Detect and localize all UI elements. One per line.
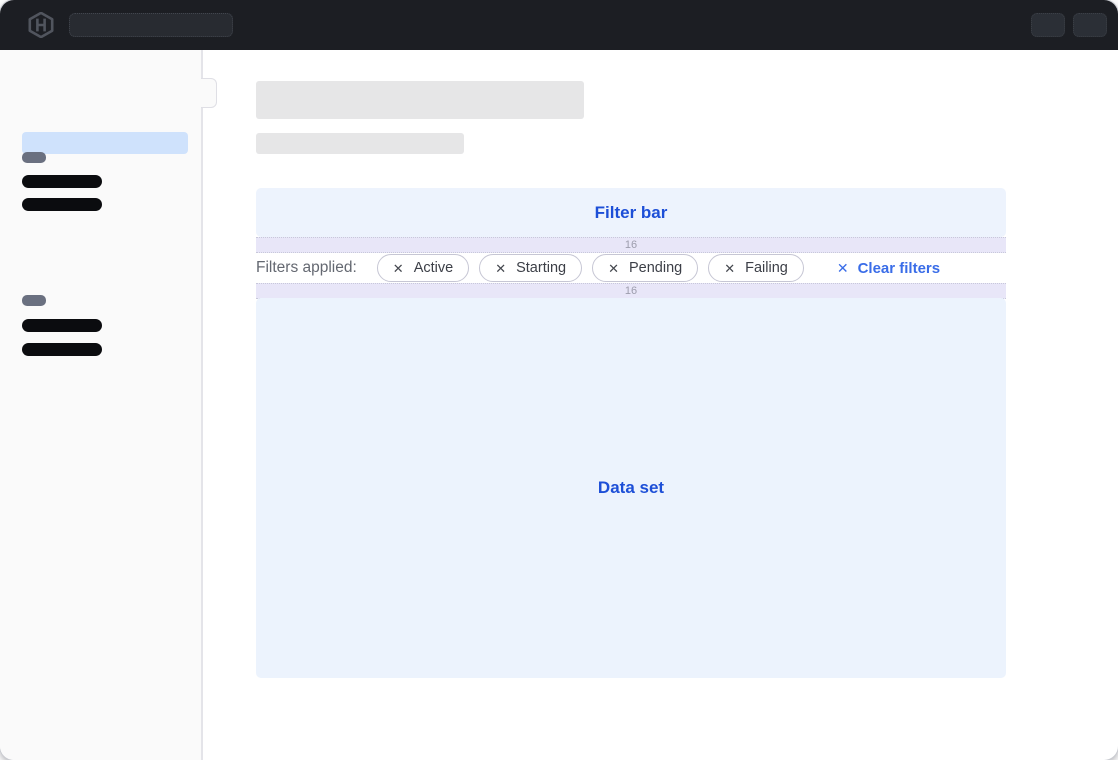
topbar [0, 0, 1118, 50]
hashicorp-logo-icon [28, 12, 54, 38]
filters-applied-label: Filters applied: [256, 259, 357, 277]
filter-chip-pending[interactable]: ✕ Pending [592, 254, 698, 282]
filter-chip-failing[interactable]: ✕ Failing [708, 254, 804, 282]
dismiss-x-icon[interactable]: ✕ [724, 262, 735, 275]
filter-chip-label: Active [414, 260, 454, 276]
topbar-button-placeholder-1[interactable] [1031, 13, 1065, 37]
filter-chip-label: Failing [745, 260, 788, 276]
sidebar-section-label-placeholder-2 [22, 295, 46, 306]
sidebar-item-placeholder-4[interactable] [22, 343, 102, 356]
clear-filters-link[interactable]: ✕ Clear filters [837, 260, 940, 277]
applied-filters-row: Filters applied: ✕ Active ✕ Starting ✕ P… [256, 253, 1006, 283]
sidebar-item-placeholder-1[interactable] [22, 175, 102, 188]
dismiss-x-icon[interactable]: ✕ [393, 262, 404, 275]
dismiss-x-icon: ✕ [837, 261, 849, 275]
filter-chip-label: Pending [629, 260, 682, 276]
search-input-placeholder[interactable] [69, 13, 233, 37]
app-window: Filter bar 16 Filters applied: ✕ Active … [0, 0, 1118, 760]
page-title-placeholder [256, 81, 584, 119]
sidebar-item-placeholder-2[interactable] [22, 198, 102, 211]
data-set-region: Data set [256, 298, 1006, 678]
page-subtitle-placeholder [256, 133, 464, 154]
sidebar [0, 50, 203, 760]
data-set-label: Data set [598, 478, 664, 498]
filter-chip-active[interactable]: ✕ Active [377, 254, 469, 282]
spacing-value: 16 [625, 240, 637, 251]
filter-bar-label: Filter bar [595, 203, 668, 223]
filter-chip-starting[interactable]: ✕ Starting [479, 254, 582, 282]
sidebar-active-item-placeholder[interactable] [22, 132, 188, 154]
sidebar-section-label-placeholder-1 [22, 152, 46, 163]
sidebar-toggle-handle[interactable] [201, 78, 217, 108]
spacing-annotation-16-bottom: 16 [256, 283, 1006, 299]
clear-filters-label: Clear filters [858, 260, 941, 277]
topbar-button-placeholder-2[interactable] [1073, 13, 1107, 37]
filter-chip-label: Starting [516, 260, 566, 276]
dismiss-x-icon[interactable]: ✕ [495, 262, 506, 275]
sidebar-item-placeholder-3[interactable] [22, 319, 102, 332]
filter-bar-region: Filter bar [256, 188, 1006, 237]
dismiss-x-icon[interactable]: ✕ [608, 262, 619, 275]
spacing-value: 16 [625, 286, 637, 297]
spacing-annotation-16-top: 16 [256, 237, 1006, 253]
